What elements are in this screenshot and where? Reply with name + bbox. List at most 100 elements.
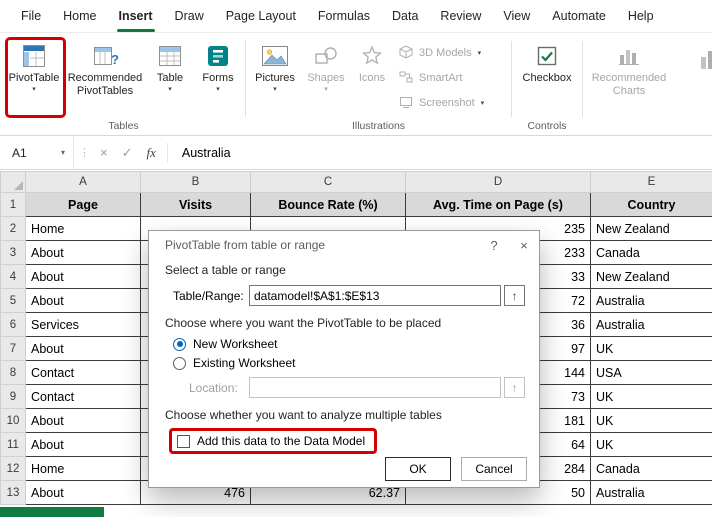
- chevron-down-icon: ▾: [477, 49, 482, 57]
- column-header-c[interactable]: C: [250, 171, 406, 193]
- excel-window: { "ribbon": { "tabs": ["File", "Home", "…: [0, 0, 712, 517]
- select-all-corner[interactable]: [0, 171, 26, 193]
- cell-E10[interactable]: UK: [590, 408, 712, 433]
- row-header-3[interactable]: 3: [0, 240, 26, 265]
- cancel-entry-icon[interactable]: ×: [100, 145, 108, 160]
- ribbon-tab-draw[interactable]: Draw: [164, 0, 215, 32]
- cell-E12[interactable]: Canada: [590, 456, 712, 481]
- row-header-12[interactable]: 12: [0, 456, 26, 481]
- confirm-entry-icon[interactable]: ✓: [122, 145, 133, 161]
- range-selector-icon[interactable]: ↑: [504, 285, 525, 306]
- column-header-e[interactable]: E: [590, 171, 712, 193]
- dialog-title-bar[interactable]: PivotTable from table or range ? ×: [149, 231, 539, 259]
- cell-E7[interactable]: UK: [590, 336, 712, 361]
- dialog-help-icon[interactable]: ?: [479, 231, 509, 259]
- cell-E1[interactable]: Country: [590, 192, 712, 217]
- chevron-down-icon: ▾: [216, 86, 220, 93]
- row-header-5[interactable]: 5: [0, 288, 26, 313]
- ribbon-tab-page-layout[interactable]: Page Layout: [215, 0, 307, 32]
- column-header-d[interactable]: D: [405, 171, 591, 193]
- row-header-11[interactable]: 11: [0, 432, 26, 457]
- cell-C1[interactable]: Bounce Rate (%): [250, 192, 406, 217]
- ribbon-tab-view[interactable]: View: [492, 0, 541, 32]
- row-header-7[interactable]: 7: [0, 336, 26, 361]
- insert-function-icon[interactable]: fx: [147, 145, 156, 161]
- pictures-button[interactable]: Pictures ▾: [250, 37, 300, 93]
- cell-A8[interactable]: Contact: [25, 360, 141, 385]
- new-worksheet-option[interactable]: New Worksheet: [165, 337, 525, 351]
- forms-icon: [206, 40, 230, 72]
- row-header-6[interactable]: 6: [0, 312, 26, 337]
- illustrations-group: Pictures ▾ Shapes ▾ Icons 3D Models ▾ Sm…: [250, 35, 507, 135]
- cell-E3[interactable]: Canada: [590, 240, 712, 265]
- row-header-8[interactable]: 8: [0, 360, 26, 385]
- ribbon-tab-bar: File Home Insert Draw Page Layout Formulas Dat…: [0, 0, 712, 33]
- cell-A6[interactable]: Services: [25, 312, 141, 337]
- multiple-tables-heading: Choose whether you want to analyze multi…: [165, 408, 442, 422]
- cell-A3[interactable]: About: [25, 240, 141, 265]
- cell-A12[interactable]: Home: [25, 456, 141, 481]
- group-separator: [245, 41, 246, 117]
- cell-A2[interactable]: Home: [25, 216, 141, 241]
- cell-B1[interactable]: Visits: [140, 192, 251, 217]
- cell-A13[interactable]: About: [25, 480, 141, 505]
- existing-worksheet-radio[interactable]: [173, 356, 186, 370]
- recommended-pivottables-button[interactable]: ? Recommended PivotTables: [65, 37, 145, 98]
- table-label: Table: [156, 72, 184, 84]
- dialog-close-icon[interactable]: ×: [509, 231, 539, 259]
- row-header-10[interactable]: 10: [0, 408, 26, 433]
- cell-E4[interactable]: New Zealand: [590, 264, 712, 289]
- forms-button[interactable]: Forms ▾: [195, 37, 241, 93]
- ok-button[interactable]: OK: [385, 457, 451, 481]
- splitter-dots-icon: ⋮: [79, 147, 90, 159]
- cell-A11[interactable]: About: [25, 432, 141, 457]
- existing-worksheet-label: Existing Worksheet: [193, 356, 296, 370]
- cell-E11[interactable]: UK: [590, 432, 712, 457]
- checkbox-button[interactable]: Checkbox: [516, 37, 578, 85]
- column-header-a[interactable]: A: [25, 171, 141, 193]
- new-worksheet-label: New Worksheet: [193, 337, 278, 351]
- ribbon-tab-data[interactable]: Data: [381, 0, 429, 32]
- formula-bar-value[interactable]: Australia: [182, 146, 231, 160]
- cell-E5[interactable]: Australia: [590, 288, 712, 313]
- ribbon-tab-review[interactable]: Review: [429, 0, 492, 32]
- cell-D1[interactable]: Avg. Time on Page (s): [405, 192, 591, 217]
- location-input[interactable]: [249, 377, 501, 398]
- cell-E6[interactable]: Australia: [590, 312, 712, 337]
- ribbon-tab-home[interactable]: Home: [52, 0, 107, 32]
- ribbon-tab-automate[interactable]: Automate: [541, 0, 617, 32]
- new-worksheet-radio[interactable]: [173, 337, 186, 351]
- cancel-button[interactable]: Cancel: [461, 457, 527, 481]
- existing-worksheet-option[interactable]: Existing Worksheet: [165, 356, 525, 370]
- ribbon-tab-formulas[interactable]: Formulas: [307, 0, 381, 32]
- cell-E8[interactable]: USA: [590, 360, 712, 385]
- ribbon-tab-help[interactable]: Help: [617, 0, 665, 32]
- cell-A7[interactable]: About: [25, 336, 141, 361]
- cell-A10[interactable]: About: [25, 408, 141, 433]
- select-range-heading: Select a table or range: [165, 263, 286, 277]
- cell-E9[interactable]: UK: [590, 384, 712, 409]
- row-header-1[interactable]: 1: [0, 192, 26, 217]
- table-button[interactable]: Table ▾: [148, 37, 192, 93]
- table-range-input[interactable]: [249, 285, 501, 306]
- name-box-dropdown-icon[interactable]: ▾: [61, 148, 65, 157]
- row-header-4[interactable]: 4: [0, 264, 26, 289]
- column-header-b[interactable]: B: [140, 171, 251, 193]
- data-model-checkbox-label: Add this data to the Data Model: [197, 434, 366, 448]
- pivottable-button[interactable]: PivotTable ▾: [6, 37, 62, 93]
- row-header-13[interactable]: 13: [0, 480, 26, 505]
- checkbox-label: Checkbox: [522, 72, 572, 84]
- ribbon-tab-insert[interactable]: Insert: [108, 0, 164, 32]
- data-model-checkbox[interactable]: [177, 434, 190, 448]
- cell-A9[interactable]: Contact: [25, 384, 141, 409]
- cell-A1[interactable]: Page: [25, 192, 141, 217]
- cell-A5[interactable]: About: [25, 288, 141, 313]
- cell-E2[interactable]: New Zealand: [590, 216, 712, 241]
- ribbon: PivotTable ▾ ? Recommended PivotTables T…: [0, 33, 712, 136]
- row-header-9[interactable]: 9: [0, 384, 26, 409]
- name-box[interactable]: A1 ▾: [0, 136, 74, 169]
- ribbon-tab-file[interactable]: File: [10, 0, 52, 32]
- cell-A4[interactable]: About: [25, 264, 141, 289]
- cell-E13[interactable]: Australia: [590, 480, 712, 505]
- row-header-2[interactable]: 2: [0, 216, 26, 241]
